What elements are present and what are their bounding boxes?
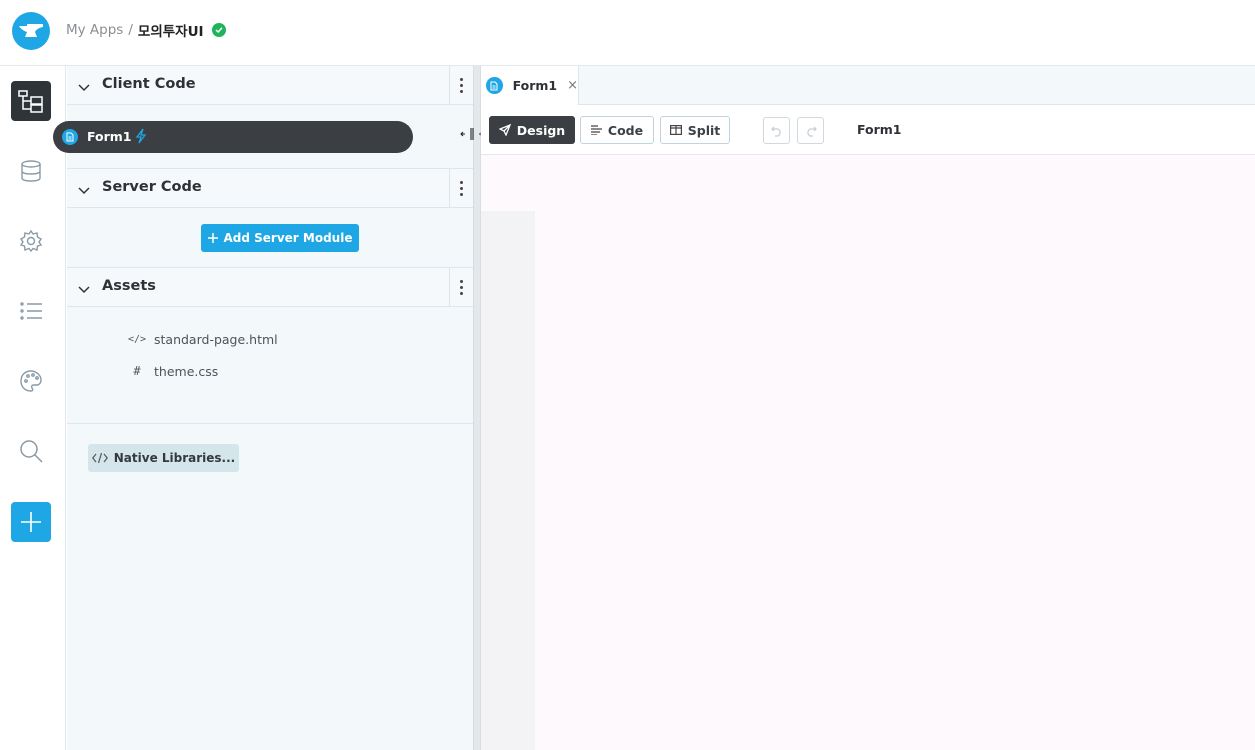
database-icon[interactable] [11,151,51,191]
app-tree-panel: Client Code Server Code Assets [67,66,473,750]
form1-tree-item[interactable]: Form1 [53,121,413,153]
code-file-icon: </> [128,333,147,345]
form-icon [486,77,503,94]
native-libraries-label: Native Libraries... [113,451,236,465]
client-code-menu-icon[interactable] [449,66,473,104]
anvil-logo-icon[interactable] [12,12,50,50]
server-code-header[interactable]: Server Code [67,169,473,208]
split-label: Split [687,122,721,138]
breadcrumb: My Apps / 모의투자UI [66,20,226,40]
check-icon [211,23,226,37]
design-canvas[interactable] [481,155,1255,750]
code-label: Code [607,122,644,138]
tab-form1[interactable]: Form1 × [481,66,579,105]
redo-icon [806,126,817,137]
palette-icon[interactable] [11,361,51,401]
design-button[interactable]: Design [489,116,575,144]
form1-label: Form1 [87,129,132,144]
asset-item[interactable]: </> standard-page.html [128,329,278,349]
close-icon[interactable]: × [567,78,578,93]
assets-header[interactable]: Assets [67,268,473,307]
design-label: Design [516,122,566,138]
plus-icon [207,233,218,243]
list-icon[interactable] [11,291,51,331]
assets-title: Assets [102,278,156,294]
panel-splitter[interactable] [473,66,481,750]
add-icon[interactable] [11,502,51,542]
startup-bolt-icon[interactable] [135,128,147,148]
asset-label: standard-page.html [154,331,278,347]
current-form-name: Form1 [857,122,902,137]
add-server-module-button[interactable]: Add Server Module [201,224,359,252]
hash-icon: # [133,364,141,378]
code-icon [91,453,108,463]
server-code-menu-icon[interactable] [449,169,473,207]
chevron-down-icon[interactable] [78,280,90,299]
undo-icon [770,126,781,137]
split-button[interactable]: Split [660,116,730,144]
chevron-down-icon[interactable] [78,78,90,97]
client-code-title: Client Code [102,76,196,92]
paper-plane-icon [498,124,511,136]
app-browser-icon[interactable] [11,81,51,121]
gear-icon[interactable] [11,221,51,261]
code-button[interactable]: Code [580,116,654,144]
text-lines-icon [590,125,602,135]
split-view-icon [669,125,682,135]
server-code-title: Server Code [102,179,202,195]
breadcrumb-separator: / [128,22,133,38]
sidebar-rail [0,66,66,750]
asset-label: theme.css [154,363,219,379]
assets-menu-icon[interactable] [449,268,473,306]
form-icon [62,129,78,145]
client-code-header[interactable]: Client Code [67,66,473,105]
breadcrumb-app-name[interactable]: 모의투자UI [138,20,204,40]
add-server-module-label: Add Server Module [223,231,353,245]
top-bar: My Apps / 모의투자UI [0,0,1255,66]
search-icon[interactable] [11,431,51,471]
undo-button[interactable] [763,117,790,144]
editor-tab-bar: Form1 × [481,66,1255,105]
canvas-sidebar-placeholder [481,211,535,750]
tab-form1-label: Form1 [512,78,558,93]
editor-toolbar: Design Code Split Form1 [481,105,1255,155]
breadcrumb-my-apps[interactable]: My Apps [66,22,123,38]
asset-item[interactable]: # theme.css [128,361,218,381]
chevron-down-icon[interactable] [78,181,90,200]
native-libraries-button[interactable]: Native Libraries... [88,444,239,472]
redo-button[interactable] [797,117,824,144]
